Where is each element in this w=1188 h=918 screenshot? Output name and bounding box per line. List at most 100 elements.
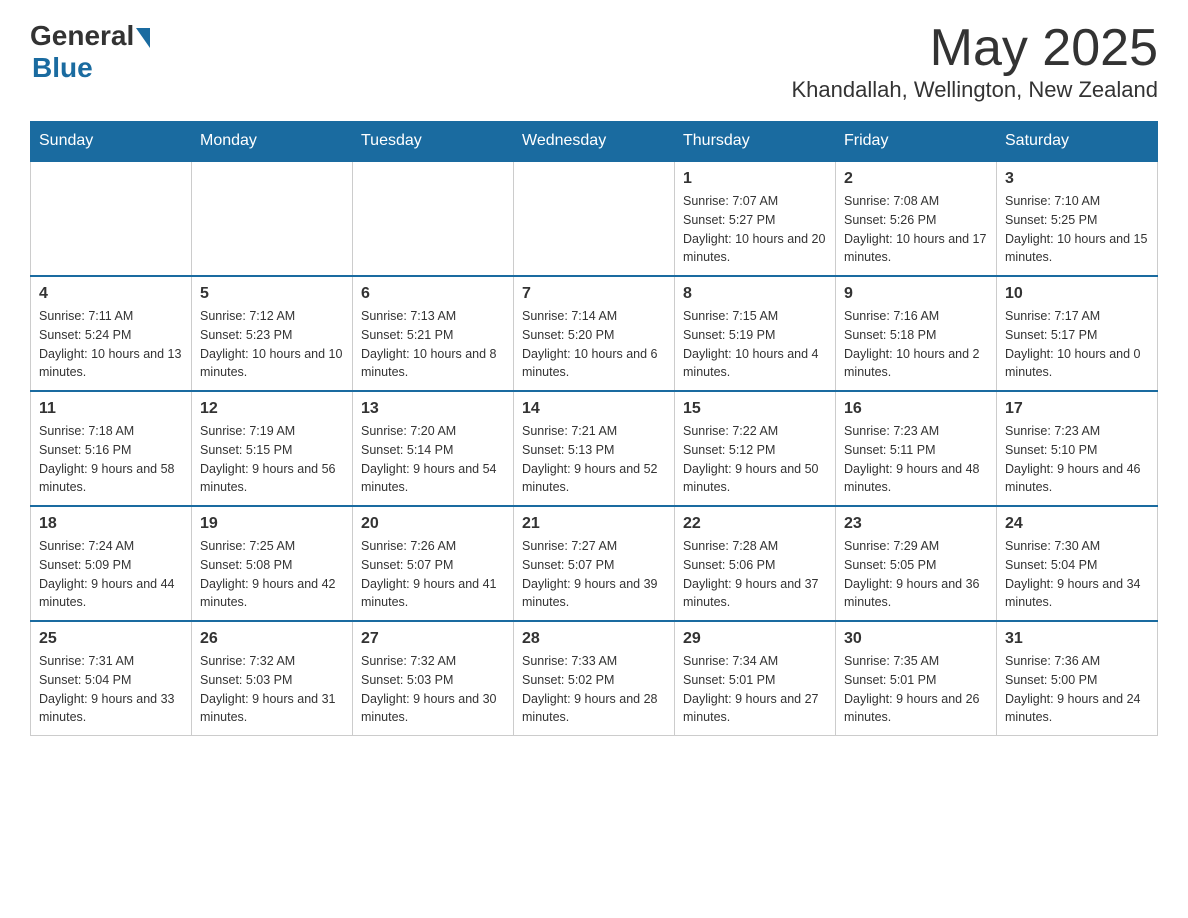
day-info: Sunrise: 7:30 AM Sunset: 5:04 PM Dayligh… (1005, 537, 1149, 612)
week-row-4: 25 Sunrise: 7:31 AM Sunset: 5:04 PM Dayli… (31, 621, 1158, 736)
day-number: 31 (1005, 630, 1149, 648)
day-number: 6 (361, 285, 505, 303)
day-info: Sunrise: 7:18 AM Sunset: 5:16 PM Dayligh… (39, 422, 183, 497)
day-number: 2 (844, 170, 988, 188)
day-number: 11 (39, 400, 183, 418)
calendar-cell: 3 Sunrise: 7:10 AM Sunset: 5:25 PM Daylig… (997, 161, 1158, 276)
day-info: Sunrise: 7:15 AM Sunset: 5:19 PM Dayligh… (683, 307, 827, 382)
calendar-table: SundayMondayTuesdayWednesdayThursdayFrid… (30, 121, 1158, 736)
day-number: 27 (361, 630, 505, 648)
weekday-header-sunday: Sunday (31, 122, 192, 162)
day-info: Sunrise: 7:34 AM Sunset: 5:01 PM Dayligh… (683, 652, 827, 727)
title-block: May 2025 Khandallah, Wellington, New Zea… (792, 20, 1159, 103)
day-info: Sunrise: 7:29 AM Sunset: 5:05 PM Dayligh… (844, 537, 988, 612)
day-info: Sunrise: 7:16 AM Sunset: 5:18 PM Dayligh… (844, 307, 988, 382)
day-info: Sunrise: 7:14 AM Sunset: 5:20 PM Dayligh… (522, 307, 666, 382)
calendar-cell: 2 Sunrise: 7:08 AM Sunset: 5:26 PM Daylig… (836, 161, 997, 276)
day-number: 14 (522, 400, 666, 418)
day-number: 10 (1005, 285, 1149, 303)
day-info: Sunrise: 7:17 AM Sunset: 5:17 PM Dayligh… (1005, 307, 1149, 382)
calendar-cell: 11 Sunrise: 7:18 AM Sunset: 5:16 PM Dayli… (31, 391, 192, 506)
day-number: 5 (200, 285, 344, 303)
calendar-cell (192, 161, 353, 276)
week-row-0: 1 Sunrise: 7:07 AM Sunset: 5:27 PM Daylig… (31, 161, 1158, 276)
day-info: Sunrise: 7:07 AM Sunset: 5:27 PM Dayligh… (683, 192, 827, 267)
calendar-cell: 26 Sunrise: 7:32 AM Sunset: 5:03 PM Dayli… (192, 621, 353, 736)
day-number: 3 (1005, 170, 1149, 188)
day-number: 21 (522, 515, 666, 533)
day-number: 7 (522, 285, 666, 303)
day-info: Sunrise: 7:31 AM Sunset: 5:04 PM Dayligh… (39, 652, 183, 727)
day-info: Sunrise: 7:12 AM Sunset: 5:23 PM Dayligh… (200, 307, 344, 382)
day-number: 12 (200, 400, 344, 418)
calendar-cell: 7 Sunrise: 7:14 AM Sunset: 5:20 PM Daylig… (514, 276, 675, 391)
calendar-cell: 25 Sunrise: 7:31 AM Sunset: 5:04 PM Dayli… (31, 621, 192, 736)
calendar-cell: 1 Sunrise: 7:07 AM Sunset: 5:27 PM Daylig… (675, 161, 836, 276)
weekday-header-thursday: Thursday (675, 122, 836, 162)
day-number: 4 (39, 285, 183, 303)
calendar-cell: 16 Sunrise: 7:23 AM Sunset: 5:11 PM Dayli… (836, 391, 997, 506)
day-number: 24 (1005, 515, 1149, 533)
calendar-cell: 30 Sunrise: 7:35 AM Sunset: 5:01 PM Dayli… (836, 621, 997, 736)
logo-general-text: General (30, 20, 134, 52)
day-number: 22 (683, 515, 827, 533)
day-number: 13 (361, 400, 505, 418)
day-number: 26 (200, 630, 344, 648)
calendar-cell: 28Sunrise: 7:33 AM Sunset: 5:02 PM Dayli… (514, 621, 675, 736)
calendar-cell: 22 Sunrise: 7:28 AM Sunset: 5:06 PM Dayli… (675, 506, 836, 621)
weekday-header-monday: Monday (192, 122, 353, 162)
calendar-cell (514, 161, 675, 276)
day-number: 25 (39, 630, 183, 648)
day-info: Sunrise: 7:36 AM Sunset: 5:00 PM Dayligh… (1005, 652, 1149, 727)
day-info: Sunrise: 7:22 AM Sunset: 5:12 PM Dayligh… (683, 422, 827, 497)
logo: General Blue (30, 20, 150, 84)
calendar-cell: 23 Sunrise: 7:29 AM Sunset: 5:05 PM Dayli… (836, 506, 997, 621)
day-info: Sunrise: 7:28 AM Sunset: 5:06 PM Dayligh… (683, 537, 827, 612)
month-title: May 2025 (792, 20, 1159, 77)
day-number: 16 (844, 400, 988, 418)
calendar-cell: 13 Sunrise: 7:20 AM Sunset: 5:14 PM Dayli… (353, 391, 514, 506)
day-info: Sunrise: 7:20 AM Sunset: 5:14 PM Dayligh… (361, 422, 505, 497)
day-number: 20 (361, 515, 505, 533)
day-info: Sunrise: 7:11 AM Sunset: 5:24 PM Dayligh… (39, 307, 183, 382)
calendar-cell: 17Sunrise: 7:23 AM Sunset: 5:10 PM Dayli… (997, 391, 1158, 506)
calendar-cell: 29 Sunrise: 7:34 AM Sunset: 5:01 PM Dayli… (675, 621, 836, 736)
page-header: General Blue May 2025 Khandallah, Wellin… (30, 20, 1158, 103)
day-info: Sunrise: 7:13 AM Sunset: 5:21 PM Dayligh… (361, 307, 505, 382)
day-number: 30 (844, 630, 988, 648)
day-info: Sunrise: 7:10 AM Sunset: 5:25 PM Dayligh… (1005, 192, 1149, 267)
day-info: Sunrise: 7:08 AM Sunset: 5:26 PM Dayligh… (844, 192, 988, 267)
week-row-2: 11 Sunrise: 7:18 AM Sunset: 5:16 PM Dayli… (31, 391, 1158, 506)
day-info: Sunrise: 7:32 AM Sunset: 5:03 PM Dayligh… (200, 652, 344, 727)
calendar-cell: 27 Sunrise: 7:32 AM Sunset: 5:03 PM Dayli… (353, 621, 514, 736)
location-title: Khandallah, Wellington, New Zealand (792, 77, 1159, 103)
day-number: 23 (844, 515, 988, 533)
day-number: 15 (683, 400, 827, 418)
calendar-cell: 14 Sunrise: 7:21 AM Sunset: 5:13 PM Dayli… (514, 391, 675, 506)
day-number: 29 (683, 630, 827, 648)
day-number: 18 (39, 515, 183, 533)
logo-blue-text: Blue (32, 52, 93, 84)
day-info: Sunrise: 7:23 AM Sunset: 5:11 PM Dayligh… (844, 422, 988, 497)
calendar-cell: 31 Sunrise: 7:36 AM Sunset: 5:00 PM Dayli… (997, 621, 1158, 736)
day-info: Sunrise: 7:21 AM Sunset: 5:13 PM Dayligh… (522, 422, 666, 497)
calendar-cell: 12 Sunrise: 7:19 AM Sunset: 5:15 PM Dayli… (192, 391, 353, 506)
day-number: 17 (1005, 400, 1149, 418)
calendar-header-row: SundayMondayTuesdayWednesdayThursdayFrid… (31, 122, 1158, 162)
calendar-cell: 8Sunrise: 7:15 AM Sunset: 5:19 PM Daylig… (675, 276, 836, 391)
day-info: Sunrise: 7:19 AM Sunset: 5:15 PM Dayligh… (200, 422, 344, 497)
day-info: Sunrise: 7:25 AM Sunset: 5:08 PM Dayligh… (200, 537, 344, 612)
day-info: Sunrise: 7:32 AM Sunset: 5:03 PM Dayligh… (361, 652, 505, 727)
day-info: Sunrise: 7:33 AM Sunset: 5:02 PM Dayligh… (522, 652, 666, 727)
calendar-cell: 4 Sunrise: 7:11 AM Sunset: 5:24 PM Daylig… (31, 276, 192, 391)
calendar-cell: 19 Sunrise: 7:25 AM Sunset: 5:08 PM Dayli… (192, 506, 353, 621)
day-number: 19 (200, 515, 344, 533)
day-info: Sunrise: 7:26 AM Sunset: 5:07 PM Dayligh… (361, 537, 505, 612)
logo-triangle-icon (136, 28, 150, 48)
calendar-cell: 21Sunrise: 7:27 AM Sunset: 5:07 PM Dayli… (514, 506, 675, 621)
weekday-header-saturday: Saturday (997, 122, 1158, 162)
weekday-header-friday: Friday (836, 122, 997, 162)
week-row-1: 4 Sunrise: 7:11 AM Sunset: 5:24 PM Daylig… (31, 276, 1158, 391)
day-info: Sunrise: 7:35 AM Sunset: 5:01 PM Dayligh… (844, 652, 988, 727)
day-number: 1 (683, 170, 827, 188)
